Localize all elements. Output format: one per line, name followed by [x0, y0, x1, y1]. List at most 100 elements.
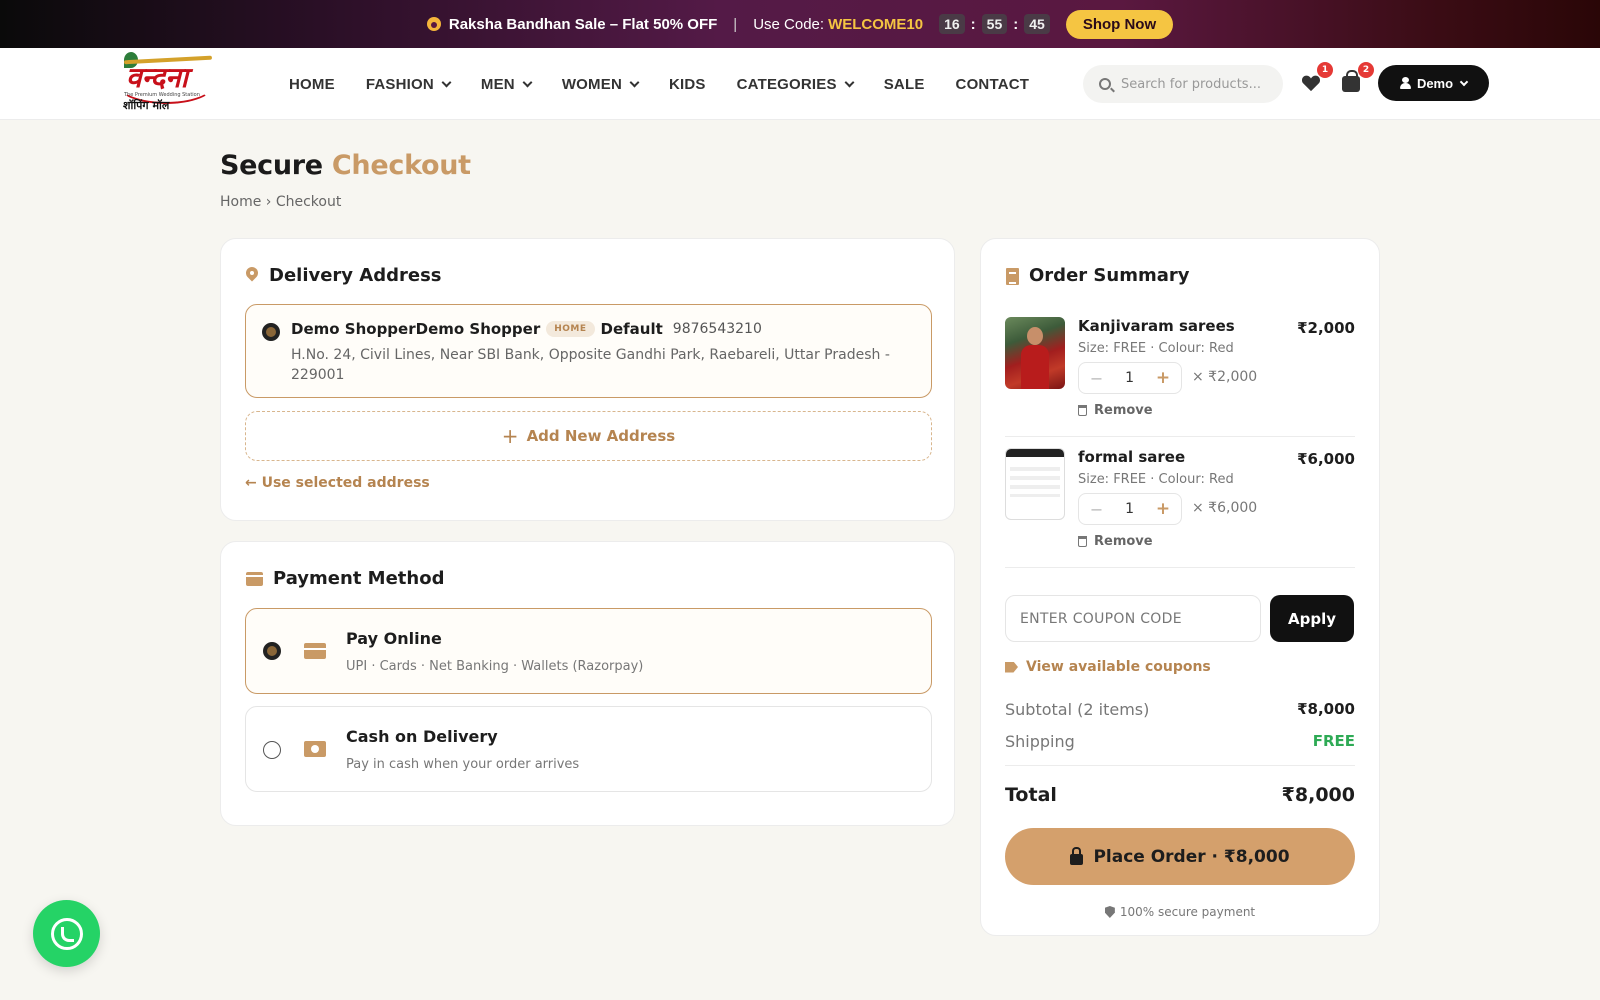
promo-message: Raksha Bandhan Sale – Flat 50% OFF — [448, 15, 718, 33]
shield-icon — [1104, 906, 1115, 918]
payment-online-radio[interactable] — [263, 642, 281, 660]
cart-count-badge: 2 — [1358, 62, 1374, 78]
decrease-qty-button[interactable]: − — [1090, 369, 1103, 388]
site-logo[interactable]: वन्दना The Premium Wedding Station शॉपिं… — [118, 52, 218, 116]
nav-item-contact[interactable]: CONTACT — [956, 76, 1030, 93]
payment-cod-radio[interactable] — [263, 741, 281, 759]
shopping-bag-icon — [1342, 70, 1360, 92]
unit-price: × ₹2,000 — [1192, 369, 1258, 385]
chevron-down-icon — [441, 77, 452, 87]
whatsapp-chat-button[interactable] — [33, 900, 100, 967]
location-pin-icon — [246, 267, 258, 283]
trash-icon — [1078, 405, 1087, 416]
nav-item-men[interactable]: MEN — [481, 76, 533, 93]
default-label: Default — [600, 320, 663, 338]
search-bar[interactable] — [1083, 65, 1283, 103]
wallet-icon — [246, 572, 263, 586]
plus-icon: + — [501, 424, 519, 448]
nav-item-categories[interactable]: CATEGORIES — [737, 76, 855, 93]
chevron-down-icon — [844, 77, 855, 87]
cart-button[interactable]: 2 — [1340, 62, 1374, 96]
item-meta: Size: FREE · Colour: Red — [1078, 341, 1234, 356]
shipping-value: FREE — [1312, 732, 1355, 750]
shop-now-button[interactable]: Shop Now — [1065, 9, 1174, 39]
payment-method-title: Payment Method — [273, 568, 445, 589]
place-order-button[interactable]: Place Order · ₹8,000 — [1005, 828, 1355, 885]
logo-brand: वन्दना — [126, 61, 188, 94]
address-option[interactable]: Demo ShopperDemo Shopper HOME Default 98… — [245, 304, 932, 398]
address-tag-badge: HOME — [546, 321, 595, 337]
main-nav: वन्दना The Premium Wedding Station शॉपिं… — [0, 48, 1600, 120]
item-name[interactable]: Kanjivaram sarees — [1078, 317, 1235, 335]
nav-item-sale[interactable]: SALE — [884, 76, 925, 93]
shipping-row: Shipping FREE — [1005, 732, 1355, 751]
remove-item-button[interactable]: Remove — [1078, 534, 1153, 549]
address-name: Demo ShopperDemo Shopper — [291, 320, 541, 338]
user-icon — [1399, 77, 1411, 89]
unit-price: × ₹6,000 — [1192, 500, 1258, 516]
apply-coupon-button[interactable]: Apply — [1270, 595, 1354, 642]
address-line: H.No. 24, Civil Lines, Near SBI Bank, Op… — [291, 347, 890, 383]
fire-icon — [426, 17, 441, 31]
payment-option-title: Cash on Delivery — [346, 727, 498, 746]
remove-item-button[interactable]: Remove — [1078, 403, 1153, 418]
address-phone: 9876543210 — [672, 321, 762, 337]
search-icon — [1099, 78, 1111, 90]
payment-option-title: Pay Online — [346, 629, 442, 648]
search-input[interactable] — [1121, 76, 1271, 92]
quantity-stepper: − 1 + — [1078, 362, 1182, 394]
subtotal-row: Subtotal (2 items) ₹8,000 — [1005, 700, 1355, 719]
timer-minutes: 55 — [981, 14, 1008, 34]
promo-code: WELCOME10 — [828, 15, 924, 33]
nav-menu: HOME FASHION MEN WOMEN KIDS CATEGORIES S… — [289, 48, 1060, 120]
payment-option-online[interactable]: Pay Online UPI · Cards · Net Banking · W… — [245, 608, 932, 694]
add-new-address-button[interactable]: + Add New Address — [245, 411, 932, 461]
view-coupons-link[interactable]: View available coupons — [1005, 659, 1211, 675]
wishlist-count-badge: 1 — [1317, 62, 1333, 78]
account-button[interactable]: Demo — [1378, 65, 1489, 101]
increase-qty-button[interactable]: + — [1156, 499, 1170, 519]
chevron-down-icon — [522, 77, 533, 87]
decrease-qty-button[interactable]: − — [1090, 500, 1103, 519]
product-image[interactable] — [1005, 448, 1065, 520]
payment-option-cod[interactable]: Cash on Delivery Pay in cash when your o… — [245, 706, 932, 792]
item-name[interactable]: formal saree — [1078, 448, 1185, 466]
payment-option-subtitle: UPI · Cards · Net Banking · Wallets (Raz… — [346, 659, 644, 674]
nav-item-home[interactable]: HOME — [289, 76, 335, 93]
order-summary-card: Order Summary Kanjivaram sarees ₹2,000 S… — [980, 238, 1380, 936]
promo-code-label: Use Code: — [753, 15, 825, 33]
timer-hours: 16 — [939, 14, 965, 34]
total-label: Total — [1005, 784, 1057, 806]
breadcrumb[interactable]: Home › Checkout — [220, 194, 341, 210]
receipt-icon — [1006, 268, 1019, 285]
subtotal-label: Subtotal (2 items) — [1005, 700, 1150, 719]
nav-item-fashion[interactable]: FASHION — [366, 76, 452, 93]
product-image[interactable] — [1005, 317, 1065, 389]
subtotal-value: ₹8,000 — [1297, 700, 1355, 718]
item-meta: Size: FREE · Colour: Red — [1078, 472, 1234, 487]
wishlist-button[interactable]: 1 — [1299, 62, 1333, 96]
coupon-input[interactable] — [1005, 595, 1261, 642]
timer-seconds: 45 — [1024, 14, 1050, 34]
trash-icon — [1078, 536, 1087, 547]
address-radio[interactable] — [262, 323, 280, 341]
divider — [1005, 436, 1355, 437]
use-selected-address-link[interactable]: ← Use selected address — [245, 475, 430, 491]
increase-qty-button[interactable]: + — [1156, 368, 1170, 388]
promo-separator: | — [733, 15, 738, 33]
chevron-down-icon — [1459, 77, 1469, 86]
divider — [1005, 765, 1355, 766]
quantity-value: 1 — [1125, 370, 1135, 386]
lock-icon — [1070, 846, 1084, 865]
nav-item-kids[interactable]: KIDS — [669, 76, 706, 93]
payment-method-card: Payment Method Pay Online UPI · Cards · … — [220, 541, 955, 826]
payment-option-subtitle: Pay in cash when your order arrives — [346, 757, 580, 772]
quantity-stepper: − 1 + — [1078, 493, 1182, 525]
order-summary-title: Order Summary — [1029, 265, 1190, 286]
nav-item-women[interactable]: WOMEN — [562, 76, 640, 93]
secure-payment-note: 100% secure payment — [1005, 905, 1355, 919]
delivery-address-card: Delivery Address Demo ShopperDemo Shoppe… — [220, 238, 955, 521]
divider — [1005, 567, 1355, 568]
cart-item: formal saree ₹6,000 Size: FREE · Colour:… — [1005, 448, 1355, 558]
logo-tagline: शॉपिंग मॉल — [123, 99, 170, 112]
